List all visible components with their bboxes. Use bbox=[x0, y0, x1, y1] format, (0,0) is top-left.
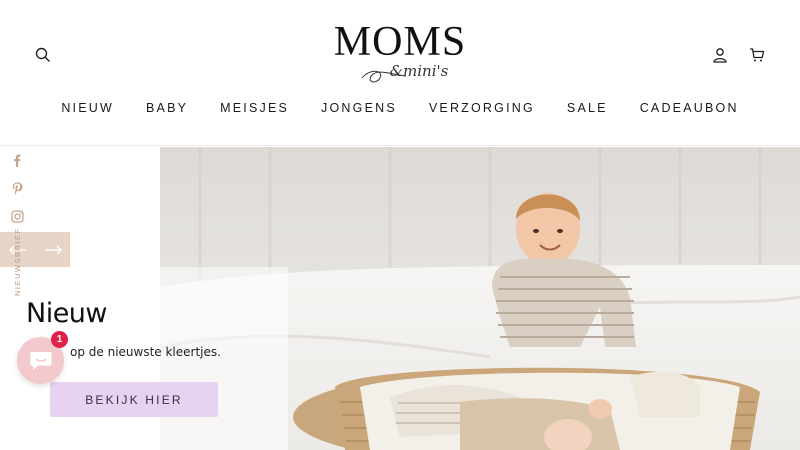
main-nav: NIEUW BABY MEISJES JONGENS VERZORGING SA… bbox=[0, 98, 800, 118]
newsletter-vertical-label[interactable]: NIEUWSBRIEF bbox=[13, 227, 22, 296]
instagram-icon[interactable] bbox=[9, 208, 25, 224]
chat-badge: 1 bbox=[51, 331, 68, 348]
hero-title: Nieuw bbox=[26, 298, 108, 329]
cart-icon[interactable] bbox=[745, 43, 769, 67]
brand-subname: &mini's bbox=[389, 62, 449, 80]
nav-item-baby[interactable]: BABY bbox=[130, 98, 204, 118]
pinterest-icon[interactable] bbox=[9, 180, 25, 196]
nav-item-sale[interactable]: SALE bbox=[551, 98, 624, 118]
site-header: MOMS &mini's NIEUW BABY MEISJES JONGENS … bbox=[0, 0, 800, 146]
search-icon[interactable] bbox=[31, 43, 55, 67]
chat-icon bbox=[29, 351, 52, 370]
nav-item-meisjes[interactable]: MEISJES bbox=[204, 98, 305, 118]
user-icon[interactable] bbox=[708, 43, 732, 67]
brand-logo[interactable]: MOMS &mini's bbox=[320, 19, 480, 86]
nav-item-verzorging[interactable]: VERZORGING bbox=[413, 98, 551, 118]
slider-arrows bbox=[0, 232, 70, 267]
arrow-right-icon[interactable] bbox=[35, 232, 70, 267]
nav-item-nieuw[interactable]: NIEUW bbox=[45, 98, 130, 118]
facebook-icon[interactable] bbox=[9, 152, 25, 168]
hero-subtitle: op de nieuwste kleertjes. bbox=[70, 345, 221, 359]
nav-item-jongens[interactable]: JONGENS bbox=[305, 98, 413, 118]
brand-name: MOMS bbox=[333, 19, 467, 65]
nav-item-cadeaubon[interactable]: CADEAUBON bbox=[624, 98, 755, 118]
bekijk-hier-button[interactable]: BEKIJK HIER bbox=[50, 382, 218, 417]
